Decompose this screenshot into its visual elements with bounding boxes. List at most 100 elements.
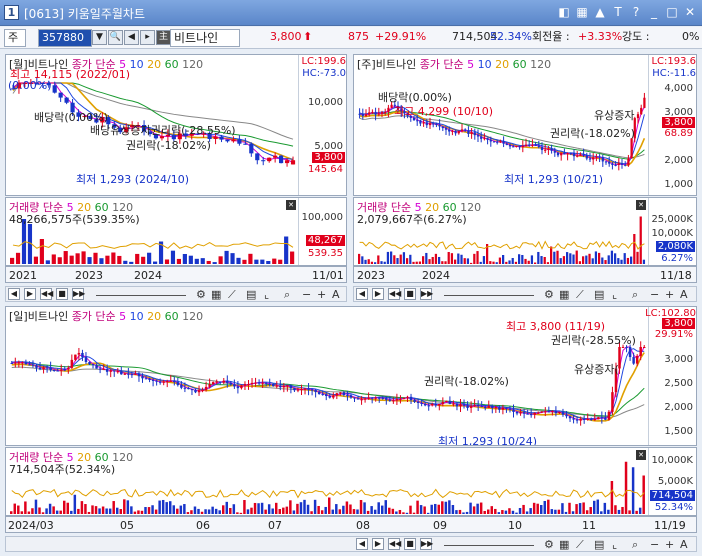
monthly-zoom-icon[interactable]: ⌕	[284, 288, 290, 301]
monthly-rewind-button[interactable]: ◀◀	[40, 288, 53, 300]
weekly-auto-icon[interactable]: A	[680, 288, 688, 301]
candle-body	[526, 413, 529, 415]
candle-body	[24, 362, 28, 365]
monthly-scroll-slider[interactable]	[96, 288, 186, 296]
monthly-volume-panel[interactable]: 거래량 단순 5 20 60 120 48,266,575주(539.35%) …	[5, 197, 347, 266]
daily-vol-close-icon[interactable]: ✕	[636, 450, 646, 460]
monthly-auto-icon[interactable]: A	[332, 288, 340, 301]
chart-window: 1 [0613] 키움일주월차트 ◧ ▦ ▲ T ? _ □ ✕ 주 35788…	[0, 0, 702, 556]
candle-body	[628, 347, 632, 358]
daily-auto-icon[interactable]: A	[680, 538, 688, 551]
daily-stop-button[interactable]: ■	[404, 538, 416, 550]
daily-volume-panel[interactable]: 거래량 단순 5 20 60 120 714,504주(52.34%) ✕ 10…	[5, 447, 697, 516]
candle-body	[59, 369, 63, 371]
daily-settings-icon[interactable]: ⚙	[544, 538, 554, 551]
search-icon[interactable]: 🔍	[108, 30, 123, 45]
volume-bar	[515, 512, 518, 514]
volume-bar	[66, 502, 70, 514]
market-select[interactable]: 주	[4, 29, 26, 47]
monthly-draw-icon[interactable]: ⟋	[228, 288, 236, 301]
volume-bar	[342, 505, 345, 514]
weekly-scroll-slider[interactable]	[444, 288, 534, 296]
monthly-zoom-out-icon[interactable]: −	[302, 288, 311, 301]
daily-zoom-out-icon[interactable]: −	[650, 538, 659, 551]
volume-bar	[482, 256, 486, 264]
monthly-vol-close-icon[interactable]: ✕	[286, 200, 296, 210]
weekly-price-panel[interactable]: [주]비트나인 종가 단순 5 10 20 60 120 배당락(0.00%) …	[353, 54, 697, 196]
weekly-prev-button[interactable]: ▶	[372, 288, 384, 300]
speaker-icon[interactable]: ◀	[124, 30, 139, 45]
daily-first-button[interactable]: ◀	[356, 538, 368, 550]
volume-bar	[416, 500, 419, 514]
weekly-volume-panel[interactable]: 거래량 단순 5 20 60 120 2,079,667주(6.27%) ✕ 2…	[353, 197, 697, 266]
close-icon[interactable]: ✕	[684, 5, 696, 20]
monthly-prev-button[interactable]: ▶	[24, 288, 36, 300]
monthly-chart-icon[interactable]: ▤	[246, 288, 256, 301]
monthly-zoom-in-icon[interactable]: +	[317, 288, 326, 301]
stock-code-input[interactable]: 357880	[38, 29, 92, 47]
volume-bar	[554, 509, 557, 514]
monthly-cursor-icon[interactable]: ⌞	[264, 288, 269, 301]
monthly-settings-icon[interactable]: ⚙	[196, 288, 206, 301]
layout-icon[interactable]: ▦	[576, 5, 588, 20]
volume-bar	[465, 511, 469, 514]
weekly-zoom-out-icon[interactable]: −	[650, 288, 659, 301]
weekly-cursor-icon[interactable]: ⌞	[612, 288, 617, 301]
arrow-icon[interactable]: ▸	[140, 30, 155, 45]
weekly-first-button[interactable]: ◀	[356, 288, 368, 300]
volume-bar	[370, 506, 373, 514]
font-icon[interactable]: T	[612, 5, 624, 20]
weekly-y-axis: LC:193.6 HC:-11.6 4,000 3,000 3,800 68.8…	[648, 55, 696, 195]
candle-body	[102, 368, 105, 370]
daily-cursor-icon[interactable]: ⌞	[612, 538, 617, 551]
candle-body	[328, 395, 332, 398]
daily-zoom-icon[interactable]: ⌕	[632, 538, 638, 551]
minimize-icon[interactable]: _	[648, 5, 660, 20]
monthly-vol-value: 48,266,575주(539.35%)	[9, 213, 140, 226]
volume-bar	[494, 508, 497, 514]
candle-body	[643, 97, 646, 108]
daily-forward-button[interactable]: ▶▶	[420, 538, 433, 550]
volume-bar	[550, 509, 554, 514]
monthly-first-button[interactable]: ◀	[8, 288, 20, 300]
weekly-ytick-2000: 2,000	[664, 155, 693, 166]
monthly-price-panel[interactable]: [월]비트나인 종가 단순 5 10 20 60 120 최고 14,115 (…	[5, 54, 347, 196]
volume-bar	[349, 504, 352, 514]
favorite-icon[interactable]: 主	[156, 30, 171, 45]
daily-price-kind: 종가 단순	[71, 310, 116, 323]
monthly-stop-button[interactable]: ■	[56, 288, 68, 300]
link-icon[interactable]: ◧	[558, 5, 570, 20]
daily-price-panel[interactable]: [일]비트나인 종가 단순 5 10 20 60 120 최고 3,800 (1…	[5, 306, 697, 446]
monthly-grid-icon[interactable]: ▦	[211, 288, 221, 301]
weekly-settings-icon[interactable]: ⚙	[544, 288, 554, 301]
volume-bar	[51, 254, 56, 264]
daily-scroll-slider[interactable]	[444, 538, 534, 546]
weekly-zoom-in-icon[interactable]: +	[665, 288, 674, 301]
weekly-vol-ytick: 25,000K	[651, 214, 693, 225]
candle-body	[250, 382, 254, 384]
volume-bar	[546, 262, 550, 264]
volume-bar	[628, 510, 631, 514]
code-dropdown-icon[interactable]: ▼	[92, 30, 107, 45]
help-icon[interactable]: ?	[630, 5, 642, 20]
daily-grid-icon[interactable]: ▦	[559, 538, 569, 551]
weekly-vol-close-icon[interactable]: ✕	[636, 200, 646, 210]
candle-body	[470, 132, 473, 134]
candle-body	[279, 155, 284, 164]
daily-zoom-in-icon[interactable]: +	[665, 538, 674, 551]
daily-chart-icon[interactable]: ▤	[594, 538, 604, 551]
weekly-rewind-button[interactable]: ◀◀	[388, 288, 401, 300]
weekly-zoom-icon[interactable]: ⌕	[632, 288, 638, 301]
daily-prev-button[interactable]: ▶	[372, 538, 384, 550]
daily-rewind-button[interactable]: ◀◀	[388, 538, 401, 550]
pin-icon[interactable]: ▲	[594, 5, 606, 20]
weekly-draw-icon[interactable]: ⟋	[576, 288, 584, 301]
daily-draw-icon[interactable]: ⟋	[576, 538, 584, 551]
weekly-chart-icon[interactable]: ▤	[594, 288, 604, 301]
monthly-forward-button[interactable]: ▶▶	[72, 288, 85, 300]
weekly-forward-button[interactable]: ▶▶	[420, 288, 433, 300]
weekly-grid-icon[interactable]: ▦	[559, 288, 569, 301]
weekly-stop-button[interactable]: ■	[404, 288, 416, 300]
maximize-icon[interactable]: □	[666, 5, 678, 20]
candle-body	[52, 85, 57, 93]
